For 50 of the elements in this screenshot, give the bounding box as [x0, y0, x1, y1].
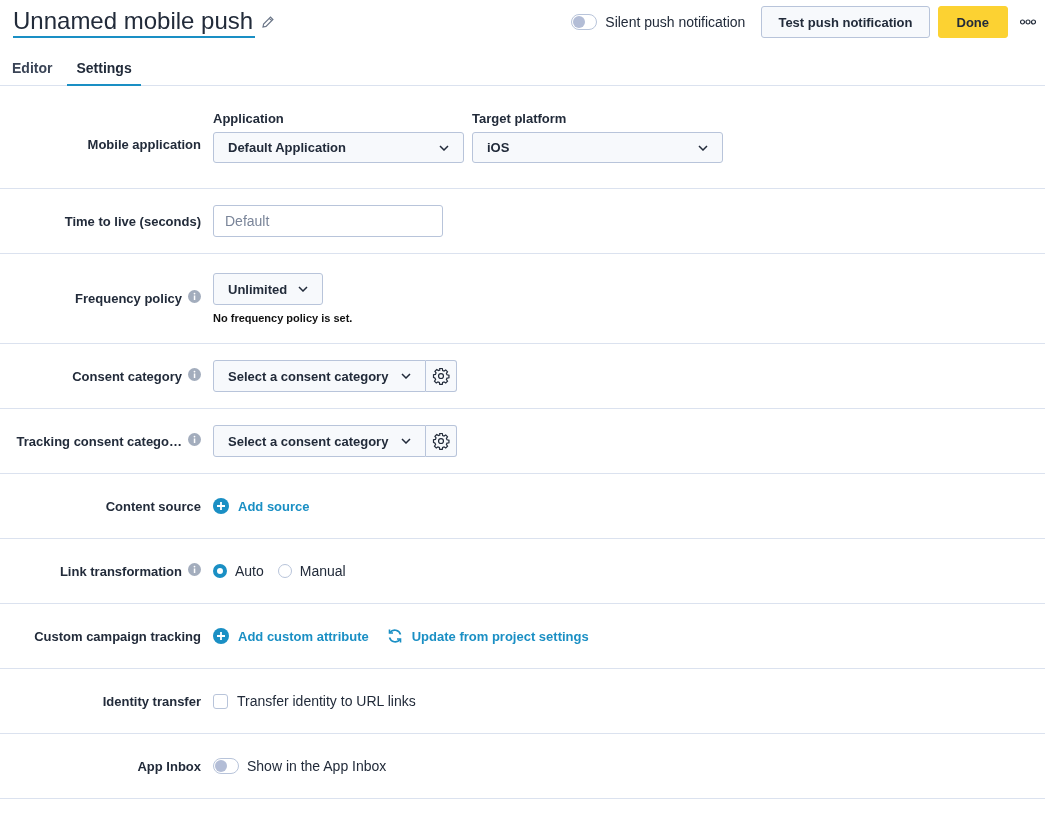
note-text: No frequency policy is set.	[213, 312, 353, 324]
gear-icon	[432, 432, 450, 450]
input-field[interactable]: Default	[213, 205, 443, 237]
radio-label: Auto	[235, 563, 264, 579]
select-field[interactable]: Default Application	[213, 132, 464, 163]
pencil-icon[interactable]	[261, 15, 276, 29]
tab[interactable]: Editor	[3, 56, 62, 86]
chevron-down-icon	[401, 438, 411, 444]
select-field[interactable]: Select a consent category	[213, 425, 426, 457]
settings-button[interactable]	[426, 425, 457, 457]
field-label: Target platform	[472, 111, 568, 126]
row-label: Custom campaign tracking	[34, 628, 201, 644]
row-label: Frequency policy	[75, 291, 182, 306]
chevron-down-icon	[401, 373, 411, 379]
radio-button[interactable]	[213, 564, 227, 578]
row-label: Time to live (seconds)	[64, 213, 201, 229]
select-field[interactable]: iOS	[472, 132, 723, 163]
plus-circle-icon	[213, 498, 229, 514]
plus-circle-icon	[213, 628, 229, 644]
toggle-switch[interactable]	[571, 14, 598, 30]
radio-label: Manual	[299, 563, 346, 579]
done-button[interactable]: Done	[937, 6, 1008, 38]
toggle-switch[interactable]	[213, 758, 239, 774]
row-label: Content source	[105, 498, 201, 514]
title-field[interactable]: Unnamed mobile push	[13, 6, 256, 38]
row-label: Mobile application	[87, 136, 201, 152]
row-label: App Inbox	[137, 758, 201, 774]
toggle-label: Silent push notification	[605, 14, 746, 30]
row-label: Tracking consent catego…	[16, 433, 182, 449]
test-push-button[interactable]: Test push notification	[761, 6, 930, 38]
field-label: Application	[213, 111, 285, 126]
more-options-icon[interactable]	[1020, 19, 1036, 25]
row-label: Identity transfer	[102, 693, 201, 709]
row-label: Link transformation	[59, 563, 182, 579]
chevron-down-icon	[439, 144, 449, 151]
select-field[interactable]: Select a consent category	[213, 360, 426, 392]
dropdown-button[interactable]: Unlimited	[213, 273, 323, 305]
row-label: Consent category	[72, 368, 182, 384]
action-link[interactable]: Add source	[213, 498, 310, 514]
checkbox-label: Transfer identity to URL links	[237, 693, 416, 709]
settings-button[interactable]	[426, 360, 457, 392]
action-link[interactable]: Add custom attribute	[213, 628, 369, 644]
checkbox[interactable]	[213, 693, 228, 709]
action-link[interactable]: Update from project settings	[386, 628, 589, 644]
toggle-label: Show in the App Inbox	[247, 758, 387, 774]
chevron-down-icon	[298, 286, 308, 292]
refresh-icon	[386, 628, 403, 644]
gear-icon	[432, 367, 450, 385]
chevron-down-icon	[698, 144, 708, 151]
tab[interactable]: Settings	[67, 56, 141, 86]
